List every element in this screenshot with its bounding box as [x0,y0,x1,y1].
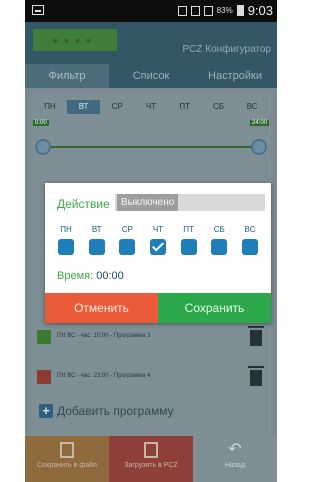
sim-icon [177,5,187,16]
clock: 9:03 [247,3,273,18]
app-title: PCZ Конфигуратор [182,44,271,55]
slider-track [45,146,257,148]
cancel-button[interactable]: Отменить [45,293,158,323]
trash-icon[interactable] [248,366,264,386]
back-button[interactable]: ↶ Назад [193,436,277,482]
day-label: ПН [60,225,72,234]
weekday-filter-tue[interactable]: ВТ [66,100,101,114]
save-icon [60,442,74,458]
day-checkbox[interactable] [241,239,258,255]
bottom-action-bar: Сохранить в файл Загрузить в PCZ ↶ Назад [25,436,277,482]
day-sat: СБ [204,225,234,255]
slider-end-handle[interactable] [251,139,267,155]
disabled-x-icon[interactable] [37,370,51,384]
day-label: ЧТ [152,225,164,234]
upload-icon [144,442,158,458]
time-value[interactable]: 00:00 [96,270,124,282]
weekday-filter: ПН ВТ СР ЧТ ПТ СБ ВС [33,100,269,114]
day-checkbox[interactable] [149,239,166,255]
day-label: СР [121,225,133,234]
action-value: Выключено [117,194,179,211]
action-label: Действие [57,197,110,211]
back-arrow-icon: ↶ [228,441,242,458]
nfc-icon [190,5,200,16]
day-mon: ПН [51,225,81,255]
day-thu: ЧТ [143,225,173,255]
load-to-pcz-button[interactable]: Загрузить в PCZ [109,436,193,482]
program-text: ПН ВС - час: 10:00 - Программа 3 [57,333,151,339]
time-range-slider: 0:00 24:00 [33,120,269,160]
day-label: ВС [244,225,256,234]
program-edit-dialog: Действие Выключено ПН ВТ СР ЧТ ПТ СБ ВС … [45,183,271,323]
save-button[interactable]: Сохранить [158,293,271,323]
app-logo: ▪▪▪▪ [33,29,117,51]
load-to-pcz-label: Загрузить в PCZ [124,462,178,469]
trash-icon[interactable] [248,326,264,346]
day-tue: ВТ [82,225,112,255]
day-fri: ПТ [174,225,204,255]
action-dropdown[interactable]: Выключено [115,194,265,211]
weekday-filter-sun[interactable]: ВС [235,100,269,114]
program-text: ПН ВС - час: 23:00 - Программа 4 [57,373,151,379]
weekday-filter-mon[interactable]: ПН [33,100,67,114]
day-label: СБ [213,225,225,234]
plus-icon: + [39,404,53,418]
slider-end-label: 24:00 [249,120,269,126]
tab-list[interactable]: Список [109,64,193,88]
day-checkbox[interactable] [211,239,228,255]
weekday-filter-fri[interactable]: ПТ [168,100,202,114]
weekday-filter-sat[interactable]: СБ [202,100,236,114]
status-icons: 83% 9:03 [177,3,273,18]
day-label: ПТ [183,225,194,234]
slider-start-label: 0:00 [33,120,49,126]
weekday-filter-thu[interactable]: ЧТ [134,100,168,114]
weekday-filter-wed[interactable]: СР [100,100,134,114]
tab-filter[interactable]: Фильтр [25,64,109,88]
enabled-check-icon[interactable] [37,330,51,344]
app-header: ▪▪▪▪ PCZ Конфигуратор [25,22,277,64]
tab-bar: Фильтр Список Настройки [25,64,277,88]
day-checkbox[interactable] [88,239,105,255]
add-program-label: Добавить программу [57,404,174,418]
day-checkbox[interactable] [58,239,74,255]
program-row[interactable]: ПН ВС - час: 23:00 - Программа 4 [35,362,267,392]
save-to-file-label: Сохранить в файл [36,462,98,469]
save-to-file-button[interactable]: Сохранить в файл [25,436,109,482]
back-label: Назад [224,462,246,469]
day-sun: ВС [235,225,265,255]
program-row[interactable]: ПН ВС - час: 10:00 - Программа 3 [35,322,267,352]
add-program-button[interactable]: + Добавить программу [39,402,174,420]
time-label: Время: [57,270,94,282]
screenshot-icon [32,5,44,15]
weekday-checkboxes: ПН ВТ СР ЧТ ПТ СБ ВС [51,225,265,255]
day-checkbox[interactable] [119,239,136,255]
tab-settings[interactable]: Настройки [193,64,277,88]
day-checkbox[interactable] [180,239,197,255]
time-row[interactable]: Время: 00:00 [57,270,124,282]
battery-icon [236,5,244,16]
phone-screen: 83% 9:03 ▪▪▪▪ PCZ Конфигуратор Фильтр Сп… [25,0,277,482]
status-bar: 83% 9:03 [25,0,277,22]
slider-start-handle[interactable] [35,139,51,155]
day-wed: СР [112,225,142,255]
signal-icon [203,5,213,16]
day-label: ВТ [91,225,102,234]
battery-percent: 83% [216,6,233,15]
